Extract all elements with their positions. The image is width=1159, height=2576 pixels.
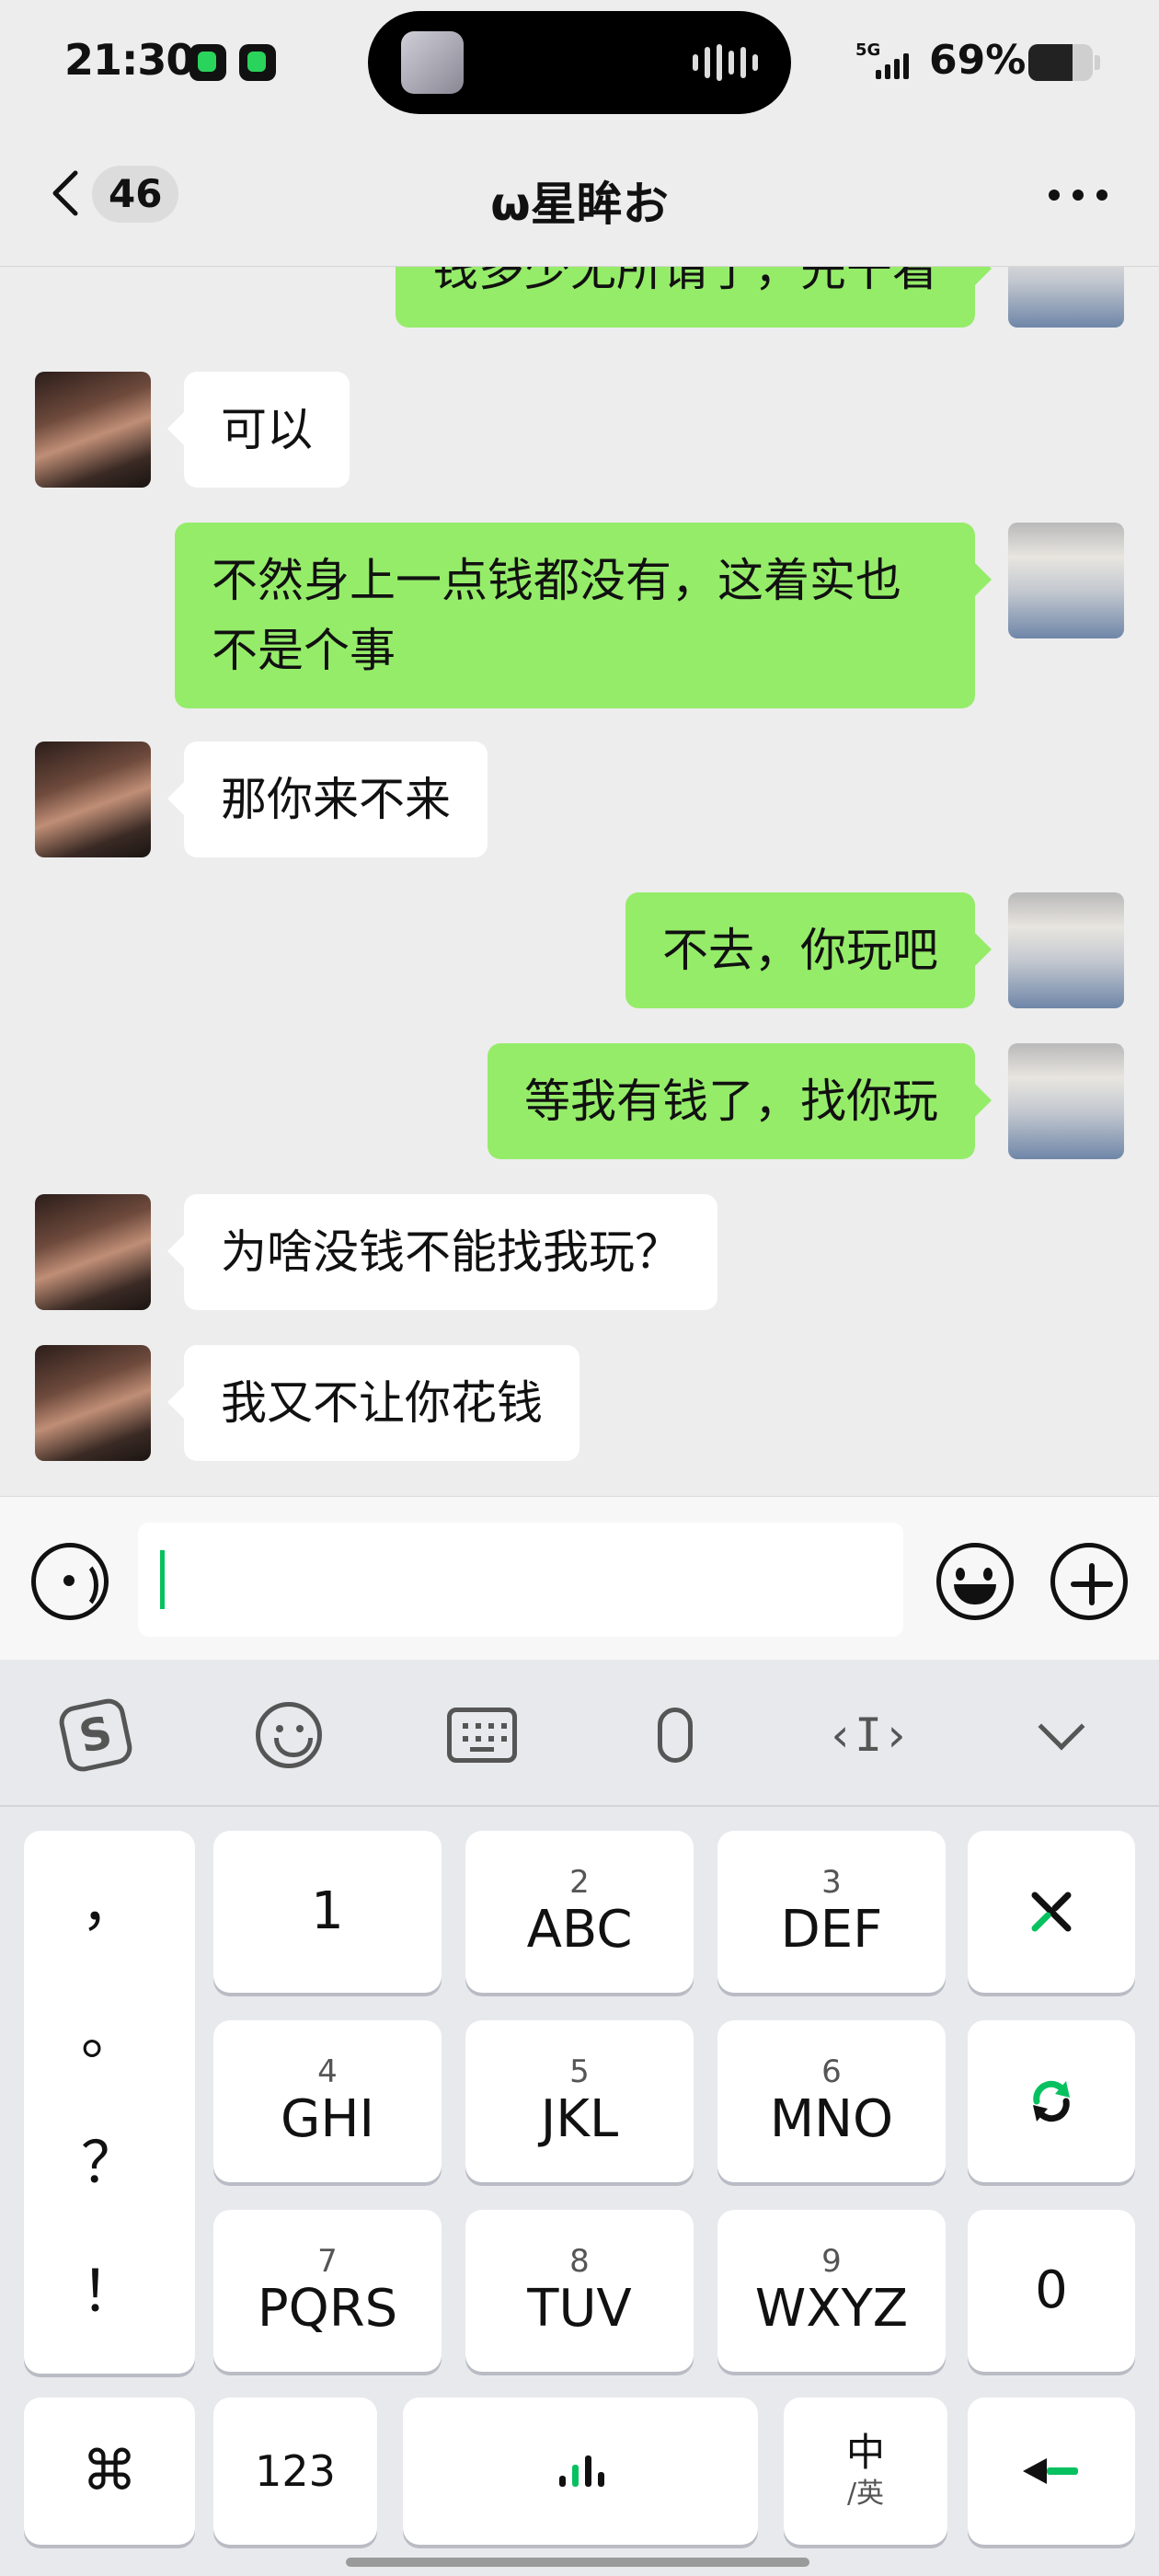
punct-period[interactable]: 。 [24,1987,195,2070]
key-tuv[interactable]: 8 TUV [465,2210,694,2372]
message-bubble[interactable]: 为啥没钱不能找我玩？ [167,1194,717,1310]
key-1[interactable]: 1 [213,1831,442,1993]
my-avatar[interactable] [1008,267,1124,328]
clear-icon [1031,1892,1072,1932]
status-time: 21:30 [64,35,195,85]
message-outgoing: 等我有钱了，找你玩 [488,1043,1124,1159]
emoji-panel-icon[interactable] [252,1698,326,1772]
key-wxyz[interactable]: 9 WXYZ [717,2210,946,2372]
backspace-key[interactable] [968,2398,1135,2545]
command-icon: ⌘ [82,2439,137,2503]
message-incoming: 我又不让你花钱 [35,1345,580,1461]
my-avatar[interactable] [1008,892,1124,1008]
dynamic-island[interactable] [368,11,791,114]
battery-cap [1095,55,1100,70]
more-options-icon[interactable] [1049,190,1107,202]
message-incoming: 可以 [35,372,350,488]
message-list[interactable]: 钱多少无所谓了，先干看 可以 不然身上一点钱都没有，这着实也不是个事 那你来不来… [0,267,1159,1496]
key-jkl[interactable]: 5 JKL [465,2020,694,2182]
message-outgoing: 钱多少无所谓了，先干看 [396,267,1124,328]
chat-header: 46 ω星眸お [0,129,1159,267]
battery-icon [1028,44,1093,81]
refresh-icon [1033,2080,1070,2122]
voice-space-icon [559,2455,604,2487]
keyboard: S ‹I› ， 。 ？ ！ 1 2 ABC 3 DEF 4 GHI 5 JKL … [0,1660,1159,2576]
status-bar: 21:30 5G 69% [0,0,1159,129]
space-key[interactable] [403,2398,758,2545]
message-outgoing: 不去，你玩吧 [625,892,1124,1008]
voice-input-icon[interactable] [31,1543,109,1620]
message-bubble[interactable]: 那你来不来 [167,742,488,857]
music-app-icon [189,44,226,81]
command-key[interactable]: ⌘ [24,2398,195,2545]
language-switch-key[interactable]: 中 /英 [784,2398,947,2545]
contact-avatar[interactable] [35,1194,151,1310]
keyboard-toolbar: S ‹I› [0,1660,1159,1807]
punctuation-column[interactable]: ， 。 ？ ！ [24,1831,195,2374]
punct-exclaim[interactable]: ！ [24,2245,195,2328]
contact-avatar[interactable] [35,372,151,488]
contact-avatar[interactable] [35,742,151,857]
message-incoming: 那你来不来 [35,742,488,857]
key-abc[interactable]: 2 ABC [465,1831,694,1993]
audio-wave-icon [693,44,758,81]
message-bubble[interactable]: 钱多少无所谓了，先干看 [396,267,992,328]
message-input[interactable] [138,1523,903,1637]
text-cursor [160,1550,165,1609]
home-indicator[interactable] [346,2558,809,2567]
key-zero[interactable]: 0 [968,2210,1135,2372]
message-bubble[interactable]: 不去，你玩吧 [625,892,992,1008]
key-ghi[interactable]: 4 GHI [213,2020,442,2182]
my-avatar[interactable] [1008,1043,1124,1159]
key-pqrs[interactable]: 7 PQRS [213,2210,442,2372]
punct-comma[interactable]: ， [24,1858,195,1941]
now-playing-thumbnail [401,31,464,94]
backspace-icon [1023,2458,1078,2484]
message-incoming: 为啥没钱不能找我玩？ [35,1194,717,1310]
message-bubble[interactable]: 不然身上一点钱都没有，这着实也不是个事 [175,523,992,708]
sogou-logo-icon[interactable]: S [56,1696,135,1775]
keyboard-layout-icon[interactable] [445,1698,519,1772]
emoji-icon[interactable] [936,1543,1014,1620]
chat-title[interactable]: ω星眸お [304,167,855,234]
clear-key[interactable] [968,1831,1135,1993]
retype-key[interactable] [968,2020,1135,2182]
unread-count-badge[interactable]: 46 [92,166,179,223]
collapse-keyboard-icon[interactable] [1025,1698,1098,1772]
battery-percent: 69% [929,37,1027,84]
my-avatar[interactable] [1008,523,1124,638]
message-outgoing: 不然身上一点钱都没有，这着实也不是个事 [175,523,1124,708]
input-bar [0,1496,1159,1660]
numbers-key[interactable]: 123 [213,2398,377,2545]
message-bubble[interactable]: 等我有钱了，找你玩 [488,1043,992,1159]
message-bubble[interactable]: 我又不让你花钱 [167,1345,580,1461]
key-def[interactable]: 3 DEF [717,1831,946,1993]
music-app-icon-2 [239,44,276,81]
cursor-move-icon[interactable]: ‹I› [827,1698,910,1772]
key-mno[interactable]: 6 MNO [717,2020,946,2182]
signal-icon [876,50,909,79]
plus-icon[interactable] [1050,1543,1128,1620]
punct-question[interactable]: ？ [24,2116,195,2199]
back-arrow-icon[interactable] [40,166,96,221]
microphone-icon[interactable] [638,1698,712,1772]
message-bubble[interactable]: 可以 [167,372,350,488]
contact-avatar[interactable] [35,1345,151,1461]
